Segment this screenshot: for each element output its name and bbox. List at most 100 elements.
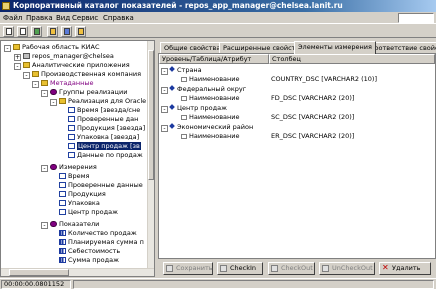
delete-button[interactable]: ✕ Удалить (379, 262, 431, 275)
attribute-row[interactable]: Наименование (181, 132, 240, 141)
collapse-icon[interactable]: - (161, 106, 168, 113)
collapse-icon[interactable]: - (41, 222, 48, 229)
refresh-icon[interactable] (31, 26, 42, 37)
column-cell[interactable]: SC_DSC [VARCHAR2 (20)] (271, 113, 354, 122)
menu-search-field[interactable] (398, 13, 434, 23)
collapse-icon[interactable]: - (161, 87, 168, 94)
folder-icon (32, 71, 39, 77)
level-row[interactable]: - Страна (161, 66, 202, 75)
menu-view[interactable]: Вид (56, 14, 70, 22)
menu-file[interactable]: Файл (3, 14, 22, 22)
tree-node-selected[interactable]: Центр продаж [зв (68, 142, 141, 151)
gear-icon (50, 89, 57, 95)
tree-node[interactable]: Сумма продаж (59, 256, 119, 265)
tab-property-mapping[interactable]: Соответствие свойств (366, 42, 436, 53)
menu-bar: Файл Правка Вид Сервис Справка (0, 12, 436, 24)
menu-help[interactable]: Справка (103, 14, 134, 22)
cube-icon (59, 182, 66, 188)
collapse-icon[interactable]: - (41, 165, 48, 172)
attribute-row[interactable]: Наименование (181, 113, 240, 122)
save-button[interactable]: Сохранить (163, 262, 213, 275)
checkin-button[interactable]: CheckIn (217, 262, 263, 275)
pyramid-icon[interactable] (75, 26, 86, 37)
column-cell[interactable]: COUNTRY_DSC [VARCHAR2 (10)] (271, 75, 377, 84)
tree-node[interactable]: Себестоимость (59, 247, 120, 256)
tree-node[interactable]: Проверенные данные (59, 181, 143, 190)
toolbar (0, 25, 436, 38)
column-header-level[interactable]: Уровень/Таблица/Атрибут (159, 54, 269, 64)
uncheckout-button[interactable]: UnCheckOut (319, 262, 375, 275)
scroll-thumb[interactable] (9, 269, 69, 276)
tree-panel[interactable]: - Рабочая область КИАС + repos_manager@che… (0, 40, 155, 277)
collapse-icon[interactable]: - (32, 81, 39, 88)
tree-node[interactable]: - Показатели (41, 220, 99, 229)
tree-node[interactable]: - Реализация для Oracle (50, 97, 146, 106)
level-icon (169, 66, 175, 72)
tab-dimension-elements[interactable]: Элементы измерения (294, 41, 376, 54)
collapse-icon[interactable]: - (161, 125, 168, 132)
menu-edit[interactable]: Правка (26, 14, 53, 22)
menu-tools[interactable]: Сервис (72, 14, 98, 22)
tree-node[interactable]: + repos_manager@chelsea (14, 52, 114, 61)
level-icon (169, 85, 175, 91)
tree-vertical-scrollbar[interactable] (147, 41, 154, 268)
cube-icon (68, 134, 75, 140)
tree-node[interactable]: - Метаданные (32, 79, 94, 88)
level-icon (169, 123, 175, 129)
collapse-icon[interactable]: - (23, 72, 30, 79)
tree-node[interactable]: Время (59, 172, 89, 181)
delete-x-icon: ✕ (382, 263, 389, 272)
tree-node[interactable]: - Группы реализации (41, 88, 127, 97)
scroll-thumb[interactable] (148, 50, 154, 180)
status-bar: 00:00:00.0801152 (0, 278, 436, 289)
tree-horizontal-scrollbar[interactable] (1, 268, 154, 276)
collapse-icon[interactable]: - (4, 45, 11, 52)
level-row[interactable]: - Центр продаж (161, 104, 227, 113)
tree-node[interactable]: Время [звезда/сне (68, 106, 140, 115)
page-icon[interactable] (17, 26, 28, 37)
tree-node[interactable]: - Измерения (41, 163, 97, 172)
folder-icon (13, 44, 20, 50)
property-tabs: Общие свойства Расширенные свойства Элем… (158, 41, 436, 54)
expand-icon[interactable]: + (14, 54, 21, 61)
attribute-row[interactable]: Наименование (181, 94, 240, 103)
tree-node[interactable]: Продукция (59, 190, 106, 199)
collapse-icon[interactable]: - (41, 90, 48, 97)
tree-node[interactable]: - Производственная компания (23, 70, 141, 79)
collapse-icon[interactable]: - (14, 63, 21, 70)
attribute-icon (181, 115, 187, 120)
checkout-button[interactable]: CheckOut (268, 262, 315, 275)
tree-node[interactable]: Планируемая сумма п (59, 238, 144, 247)
cube-icon (68, 143, 75, 149)
tree-node[interactable]: - Рабочая область КИАС (4, 43, 100, 52)
cube-icon (68, 107, 75, 113)
attribute-icon (181, 77, 187, 82)
cube-icon (59, 191, 66, 197)
tab-general[interactable]: Общие свойства (160, 42, 225, 53)
level-row[interactable]: - Экономический район (161, 123, 253, 132)
document-icon[interactable] (3, 26, 14, 37)
tree-node[interactable]: Центр продаж (59, 208, 118, 217)
cube-icon (68, 152, 75, 158)
checkout-icon (271, 265, 278, 272)
box-icon[interactable] (47, 26, 58, 37)
chart-icon[interactable] (61, 26, 72, 37)
tree-node[interactable]: Количество продаж (59, 229, 137, 238)
collapse-icon[interactable]: - (161, 68, 168, 75)
tree-node[interactable]: - Аналитические приложения (14, 61, 130, 70)
column-cell[interactable]: ER_DSC [VARCHAR2 (20)] (271, 132, 354, 141)
tree-node[interactable]: Продукция [звезда] (68, 124, 145, 133)
bars-icon (59, 257, 66, 263)
status-message (73, 280, 434, 289)
checkin-icon (220, 265, 227, 272)
tree-node[interactable]: Упаковка [звезда] (68, 133, 139, 142)
tree-node[interactable]: Упаковка (59, 199, 100, 208)
tree-node[interactable]: Данные по продаж (68, 151, 143, 160)
column-cell[interactable]: FD_DSC [VARCHAR2 (20)] (271, 94, 354, 103)
collapse-icon[interactable]: - (50, 99, 57, 106)
tree-node[interactable]: Проверенные дан (68, 115, 138, 124)
uncheckout-icon (322, 265, 329, 272)
attribute-row[interactable]: Наименование (181, 75, 240, 84)
column-header-column[interactable]: Столбец (269, 54, 435, 64)
level-row[interactable]: - Федеральный округ (161, 85, 246, 94)
